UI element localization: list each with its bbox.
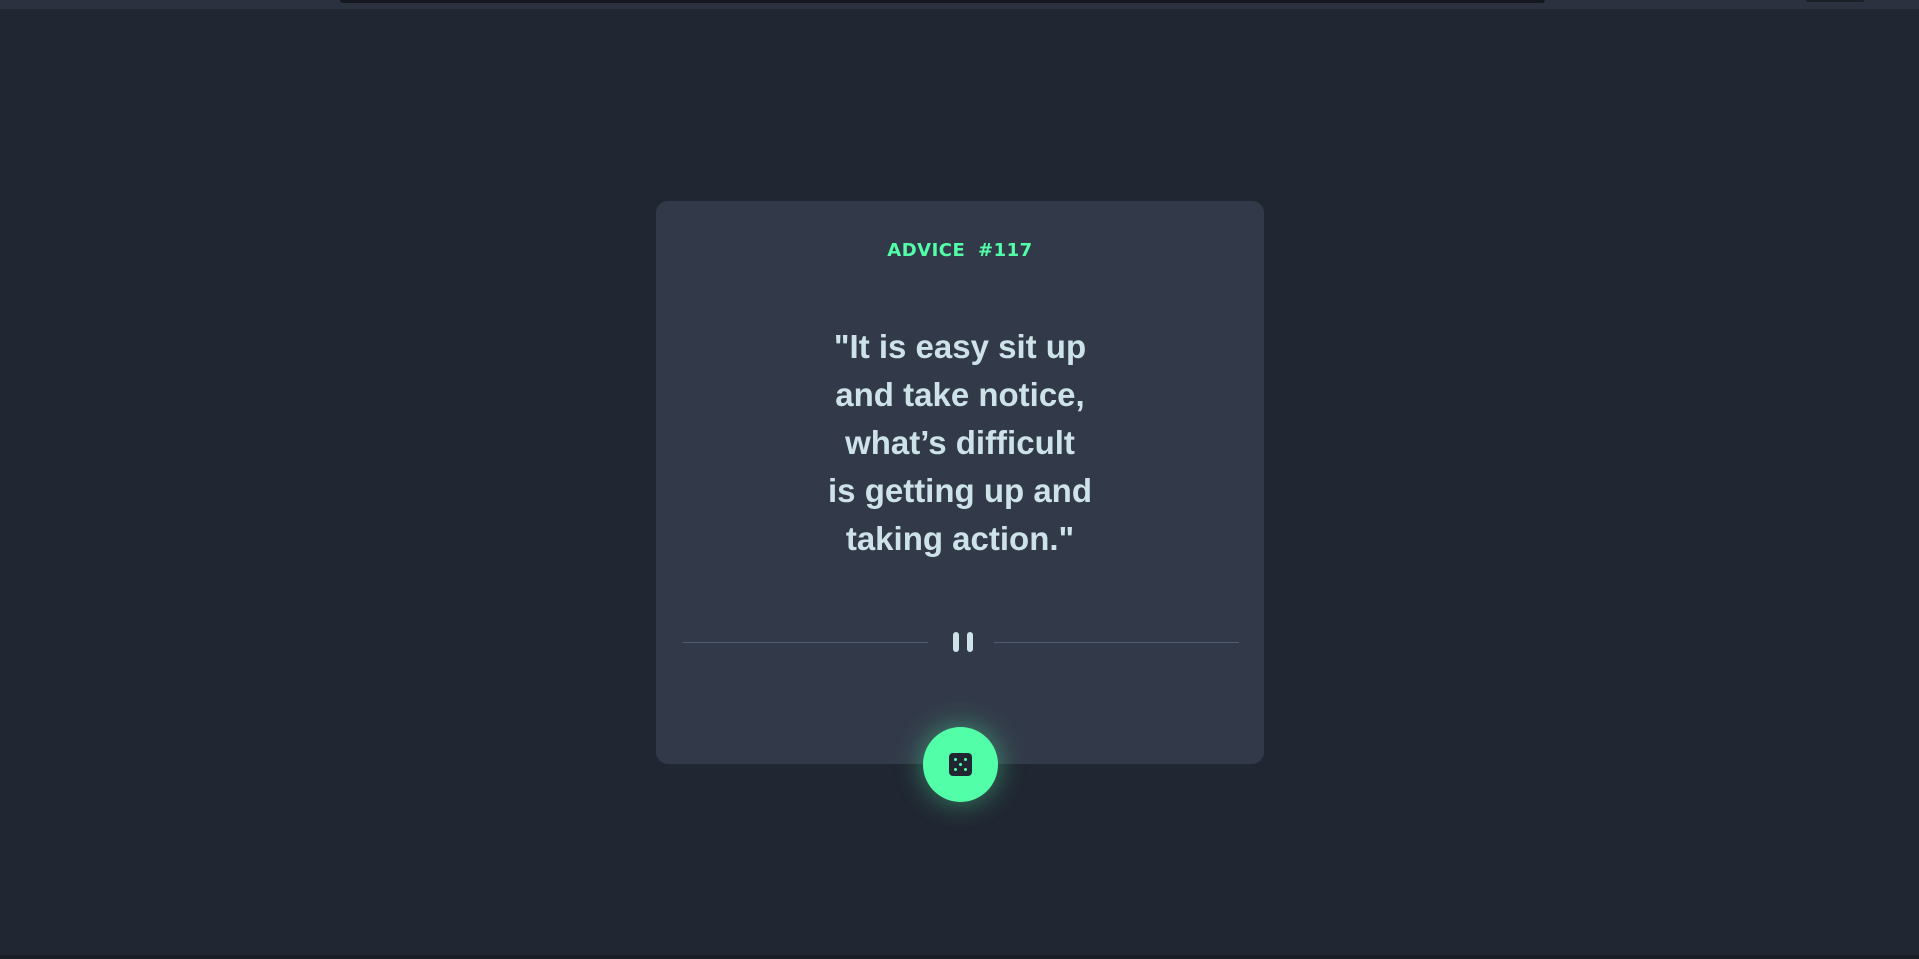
pause-bar-left — [953, 632, 959, 652]
dice-icon — [949, 753, 972, 776]
pause-icon — [953, 632, 973, 652]
divider — [683, 632, 1239, 652]
divider-line-right — [994, 642, 1239, 643]
pause-bar-right — [967, 632, 973, 652]
advice-id: ADVICE #117 — [887, 240, 1033, 261]
top-bar-pill — [1806, 0, 1864, 2]
advice-card: ADVICE #117 "It is easy sit up and take … — [656, 201, 1264, 764]
top-bar-inner — [340, 0, 1545, 3]
advice-quote: "It is easy sit up and take notice, what… — [828, 328, 1092, 557]
top-bar — [0, 0, 1919, 9]
generate-advice-button[interactable] — [923, 727, 998, 802]
bottom-line — [0, 955, 1919, 959]
divider-line-left — [683, 642, 928, 643]
